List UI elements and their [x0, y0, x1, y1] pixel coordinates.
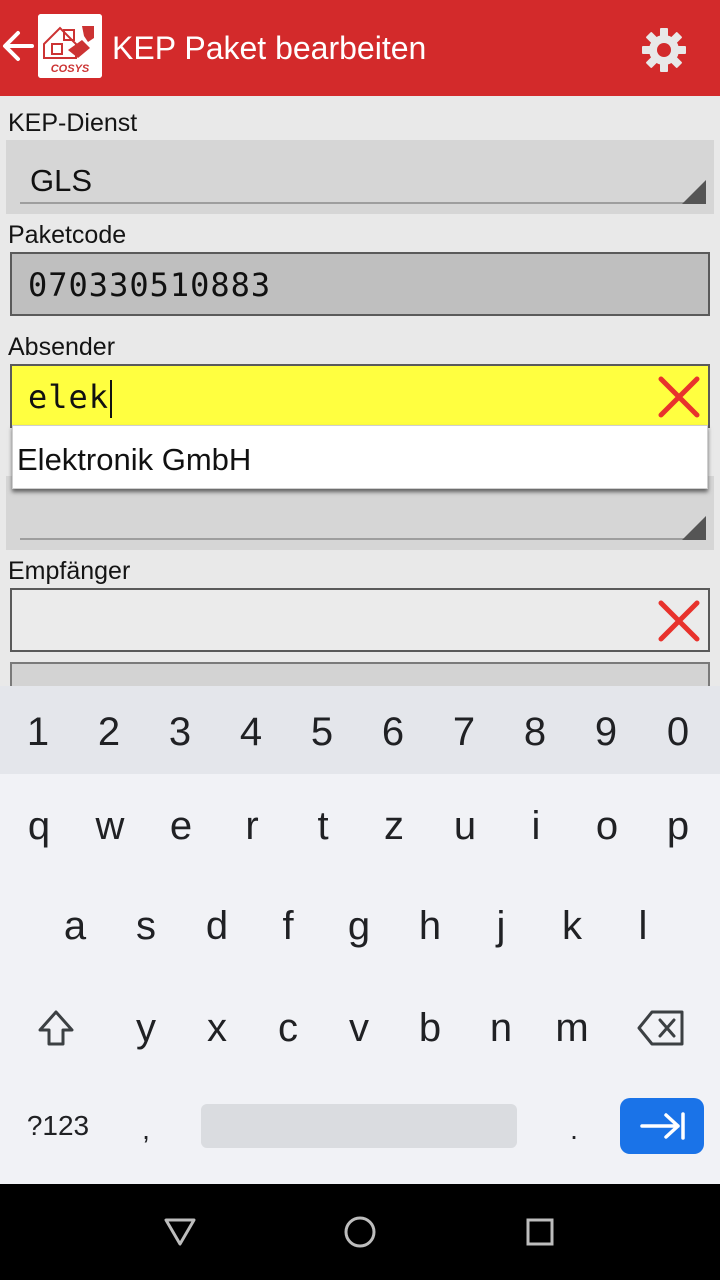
key-j[interactable]: j [471, 896, 531, 956]
key-o[interactable]: o [577, 796, 637, 856]
key-u[interactable]: u [435, 796, 495, 856]
logo-text: COSYS [51, 63, 90, 75]
key-e[interactable]: e [151, 796, 211, 856]
spinner-underline [20, 202, 700, 204]
dropdown-triangle-icon [682, 180, 706, 204]
key-f[interactable]: f [258, 896, 318, 956]
kep-dienst-label: KEP-Dienst [8, 109, 138, 137]
paketcode-field[interactable]: 070330510883 [10, 252, 710, 316]
key-s[interactable]: s [116, 896, 176, 956]
space-bar[interactable] [201, 1104, 517, 1148]
paketcode-value: 070330510883 [28, 266, 272, 304]
key-2[interactable]: 2 [79, 702, 139, 762]
gear-icon[interactable] [638, 24, 690, 76]
absender-value-wrap: elek [28, 376, 113, 418]
logo-icon: COSYS [38, 14, 102, 78]
key-1[interactable]: 1 [8, 702, 68, 762]
key-9[interactable]: 9 [576, 702, 636, 762]
key-6[interactable]: 6 [363, 702, 423, 762]
key-4[interactable]: 4 [221, 702, 281, 762]
key-g[interactable]: g [329, 896, 389, 956]
key-q[interactable]: q [9, 796, 69, 856]
key-i[interactable]: i [506, 796, 566, 856]
absender-label: Absender [8, 333, 116, 361]
period-key[interactable]: . [544, 1100, 604, 1160]
system-nav-bar [0, 1184, 720, 1280]
key-y[interactable]: y [116, 998, 176, 1058]
key-n[interactable]: n [471, 998, 531, 1058]
key-d[interactable]: d [187, 896, 247, 956]
key-m[interactable]: m [542, 998, 602, 1058]
back-arrow-icon[interactable] [0, 24, 36, 68]
spinner-underline [20, 538, 700, 540]
tab-arrow-icon [640, 1112, 685, 1140]
app-logo: COSYS [38, 14, 102, 78]
key-z[interactable]: z [364, 796, 424, 856]
absender-field[interactable]: elek [10, 364, 710, 428]
key-x[interactable]: x [187, 998, 247, 1058]
key-3[interactable]: 3 [150, 702, 210, 762]
empfaenger-field[interactable] [10, 588, 710, 652]
text-caret [110, 380, 113, 418]
key-c[interactable]: c [258, 998, 318, 1058]
key-b[interactable]: b [400, 998, 460, 1058]
backspace-icon[interactable] [636, 1008, 686, 1048]
kep-dienst-spinner[interactable]: GLS [6, 140, 714, 214]
autocomplete-suggestion[interactable]: Elektronik GmbH [12, 425, 708, 489]
key-5[interactable]: 5 [292, 702, 352, 762]
square-recents-icon[interactable] [522, 1214, 558, 1250]
key-7[interactable]: 7 [434, 702, 494, 762]
key-v[interactable]: v [329, 998, 389, 1058]
key-k[interactable]: k [542, 896, 602, 956]
dropdown-triangle-icon [682, 516, 706, 540]
absender-value: elek [28, 378, 110, 416]
key-a[interactable]: a [45, 896, 105, 956]
key-w[interactable]: w [80, 796, 140, 856]
key-8[interactable]: 8 [505, 702, 565, 762]
symbols-key[interactable]: ?123 [18, 1096, 98, 1156]
shift-icon[interactable] [34, 1006, 78, 1050]
key-p[interactable]: p [648, 796, 708, 856]
key-t[interactable]: t [293, 796, 353, 856]
circle-home-icon[interactable] [342, 1214, 378, 1250]
triangle-back-icon[interactable] [162, 1214, 198, 1250]
kep-dienst-value: GLS [30, 163, 93, 198]
clear-empfaenger-icon[interactable] [656, 598, 702, 644]
paketcode-label: Paketcode [8, 221, 127, 249]
soft-keyboard: 1 2 3 4 5 6 7 8 9 0 q w e r t z u i o p … [0, 686, 720, 1184]
empfaenger-label: Empfänger [8, 557, 131, 585]
app-bar: COSYS KEP Paket bearbeiten [0, 0, 720, 96]
key-h[interactable]: h [400, 896, 460, 956]
comma-key[interactable]: , [116, 1100, 176, 1160]
tab-enter-key[interactable] [620, 1098, 704, 1154]
page-title: KEP Paket bearbeiten [112, 30, 427, 66]
clear-absender-icon[interactable] [656, 374, 702, 420]
key-r[interactable]: r [222, 796, 282, 856]
key-0[interactable]: 0 [648, 702, 708, 762]
key-l[interactable]: l [613, 896, 673, 956]
suggestion-text: Elektronik GmbH [17, 442, 252, 477]
